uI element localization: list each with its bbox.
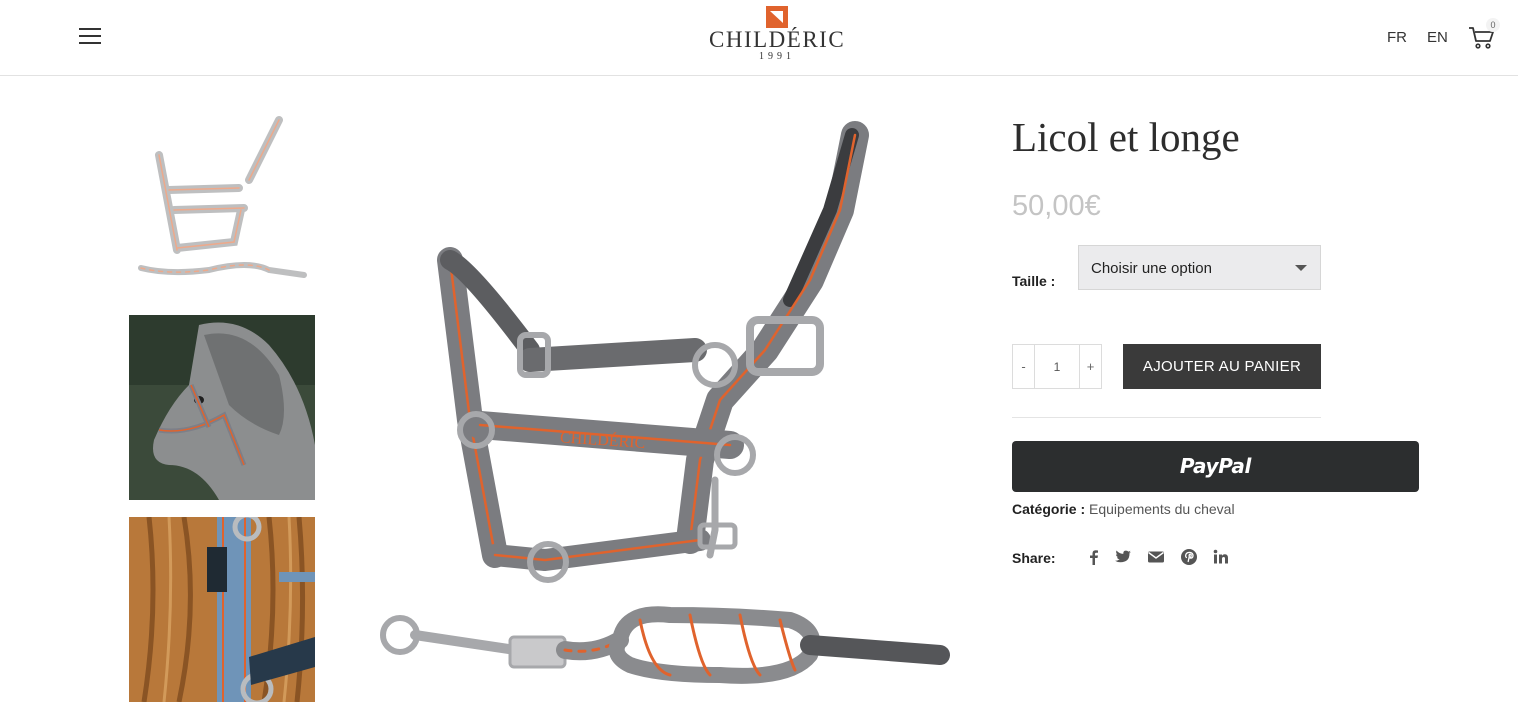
- halter-on-wood-image: [129, 517, 315, 702]
- pinterest-icon[interactable]: [1180, 548, 1198, 566]
- linkedin-icon[interactable]: [1212, 548, 1230, 566]
- quantity-stepper: - +: [1012, 344, 1102, 389]
- add-to-cart-button[interactable]: AJOUTER AU PANIER: [1123, 344, 1321, 389]
- divider: [1012, 417, 1321, 418]
- category-label: Catégorie :: [1012, 501, 1086, 517]
- product-category: Catégorie : Equipements du cheval: [1012, 501, 1235, 517]
- size-select[interactable]: Choisir une option: [1078, 245, 1321, 290]
- share-label: Share:: [1012, 550, 1056, 566]
- quantity-input[interactable]: [1035, 345, 1079, 388]
- category-link[interactable]: Equipements du cheval: [1089, 501, 1235, 517]
- halter-thumbnail-image: [129, 110, 315, 295]
- brand-logo[interactable]: CHILDÉRIC 1991: [709, 6, 845, 62]
- cart-count-badge: 0: [1486, 18, 1500, 32]
- brand-year: 1991: [759, 51, 795, 62]
- product-price: 50,00€: [1012, 190, 1101, 222]
- logo-mark-icon: [766, 6, 788, 28]
- size-label: Taille :: [1012, 273, 1056, 289]
- language-en-link[interactable]: EN: [1427, 29, 1448, 46]
- product-title: Licol et longe: [1012, 114, 1240, 160]
- thumbnail-halter-and-lead[interactable]: [129, 110, 315, 295]
- size-select-value: Choisir une option: [1091, 260, 1212, 277]
- language-fr-link[interactable]: FR: [1387, 29, 1407, 46]
- menu-icon[interactable]: [79, 28, 101, 45]
- horse-photo-image: [129, 315, 315, 500]
- email-icon[interactable]: [1147, 548, 1165, 566]
- site-header: CHILDÉRIC 1991 FR EN 0: [0, 0, 1518, 76]
- quantity-increase-button[interactable]: +: [1079, 345, 1101, 388]
- chevron-down-icon: [1295, 265, 1307, 271]
- product-main-image[interactable]: CHILDÉRIC: [370, 100, 960, 700]
- facebook-icon[interactable]: [1085, 548, 1103, 566]
- thumbnail-horse-photo[interactable]: [129, 315, 315, 500]
- thumbnail-halter-on-wood[interactable]: [129, 517, 315, 702]
- quantity-decrease-button[interactable]: -: [1013, 345, 1035, 388]
- paypal-label: PayPal: [1179, 454, 1252, 478]
- brand-name: CHILDÉRIC: [709, 27, 846, 52]
- twitter-icon[interactable]: [1114, 548, 1132, 566]
- paypal-button[interactable]: PayPal: [1012, 441, 1419, 492]
